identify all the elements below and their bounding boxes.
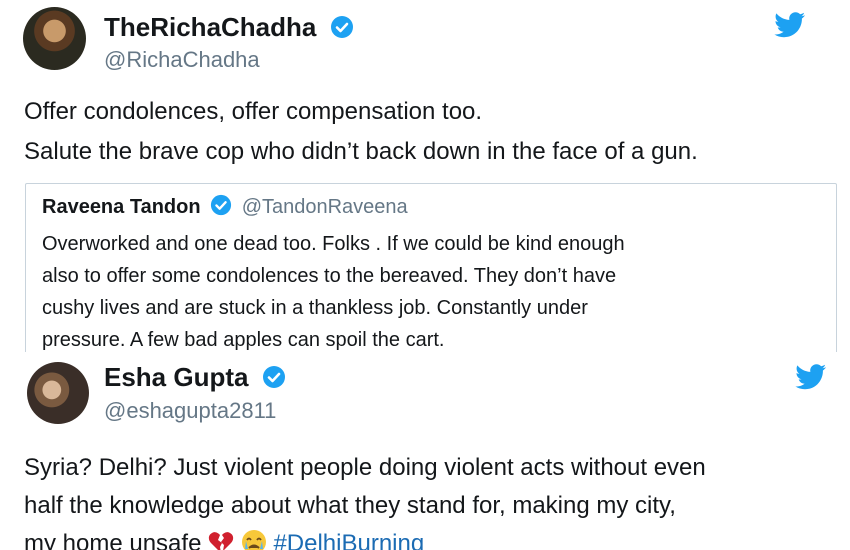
display-name-text[interactable]: Esha Gupta: [104, 362, 248, 392]
quoted-display-name[interactable]: Raveena Tandon: [42, 196, 201, 218]
tweet-text-line-1: Offer condolences, offer compensation to…: [24, 98, 483, 125]
quoted-line-1: Overworked and one dead too. Folks . If …: [42, 233, 625, 255]
tweet-text-fragment: my home unsafe: [24, 530, 202, 550]
twitter-bird-icon[interactable]: [774, 12, 806, 38]
user-handle[interactable]: @eshagupta2811: [104, 398, 276, 424]
avatar[interactable]: [23, 7, 86, 70]
display-name-text[interactable]: TheRichaChadha: [104, 12, 316, 42]
quoted-handle[interactable]: @TandonRaveena: [242, 196, 408, 218]
tweet-esha: Esha Gupta @eshagupta2811 Syria? Delhi? …: [0, 352, 850, 550]
display-name[interactable]: TheRichaChadha: [104, 12, 354, 43]
quoted-line-3: cushy lives and are stuck in a thankless…: [42, 297, 588, 319]
tweet-text-line-3: my home unsafe #DelhiBurning: [24, 528, 424, 550]
tweet-richa: TheRichaChadha @RichaChadha Offer condol…: [0, 0, 850, 190]
quoted-tweet-text: Overworked and one dead too. Folks . If …: [42, 228, 625, 356]
verified-badge-icon: [262, 366, 285, 388]
broken-heart-emoji: [208, 532, 234, 550]
quoted-line-2: also to offer some condolences to the be…: [42, 265, 617, 287]
avatar[interactable]: [27, 362, 89, 424]
verified-badge-icon: [330, 16, 353, 38]
quoted-author[interactable]: Raveena Tandon @TandonRaveena: [42, 194, 408, 219]
display-name[interactable]: Esha Gupta: [104, 362, 286, 393]
tweet-text-line-1: Syria? Delhi? Just violent people doing …: [24, 454, 706, 481]
user-handle[interactable]: @RichaChadha: [104, 47, 260, 73]
tweet-text-line-2: half the knowledge about what they stand…: [24, 492, 676, 519]
tweet-text-line-2: Salute the brave cop who didn’t back dow…: [24, 138, 698, 165]
hashtag-link[interactable]: #DelhiBurning: [273, 530, 424, 550]
quoted-tweet-card[interactable]: Raveena Tandon @TandonRaveena Overworked…: [25, 183, 837, 361]
verified-badge-icon: [211, 194, 232, 216]
crying-face-emoji: [241, 530, 266, 550]
twitter-bird-icon[interactable]: [795, 364, 827, 390]
